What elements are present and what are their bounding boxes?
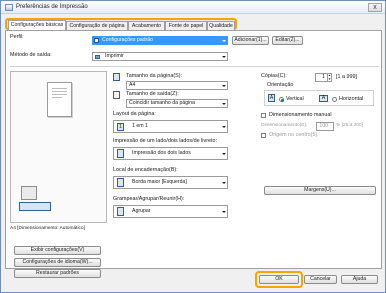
page-layout-value: 1 em 1 bbox=[132, 123, 148, 129]
binding-select[interactable]: Borda maior [Esquerda] bbox=[113, 176, 228, 189]
orientation-group: A Vertical A Horizontal bbox=[264, 90, 374, 106]
portrait-label: Vertical bbox=[286, 96, 304, 102]
title-bar: Preferências de Impressão x bbox=[1, 1, 385, 14]
profile-icon bbox=[94, 38, 99, 43]
duplex-value: Impressão dos dois lados bbox=[132, 150, 191, 156]
margins-button[interactable]: Margens(U)... bbox=[264, 186, 376, 195]
duplex-label: Impressão de um lado/dois lados/de livre… bbox=[113, 138, 217, 144]
copies-input[interactable]: 1 ▲ ▼ bbox=[315, 73, 332, 82]
print-preferences-window: Preferências de Impressão x Configuraçõe… bbox=[0, 0, 386, 293]
output-method-select[interactable]: Imprimir bbox=[92, 52, 228, 61]
page-layout-select[interactable]: 1 1 em 1 bbox=[113, 120, 228, 133]
output-size-label: Tamanho de saída(Z): bbox=[126, 91, 179, 97]
close-button[interactable]: x bbox=[368, 3, 382, 12]
scale-range: % [25 a 200] bbox=[336, 123, 363, 128]
output-size-icon bbox=[113, 91, 120, 99]
printer-preview-icon bbox=[21, 186, 37, 200]
output-method-value: Imprimir bbox=[105, 53, 124, 59]
help-button[interactable]: Ajuda bbox=[341, 275, 378, 284]
binding-label: Local de encadernação(B): bbox=[113, 167, 178, 173]
orientation-label: Orientação bbox=[267, 82, 294, 88]
chevron-down-icon bbox=[222, 103, 226, 105]
chevron-down-icon bbox=[222, 211, 226, 213]
copies-value: 1 bbox=[322, 74, 325, 80]
manual-scaling-label: Dimensionamento manual bbox=[269, 112, 332, 118]
page-size-value: A4 bbox=[129, 82, 136, 88]
chevron-down-icon bbox=[222, 40, 226, 42]
preview-pane bbox=[10, 71, 107, 223]
output-size-select[interactable]: Coincidir tamanho da página bbox=[126, 99, 228, 108]
print-icon bbox=[95, 55, 100, 59]
chevron-down-icon bbox=[222, 56, 226, 58]
tab-paper-source[interactable]: Fonte de papel bbox=[165, 21, 207, 30]
scale-value: 100 bbox=[319, 123, 328, 129]
tab-panel: Perfil: Configurações padrão Adicionar(1… bbox=[5, 30, 382, 278]
chevron-down-icon bbox=[222, 126, 226, 128]
binding-icon bbox=[117, 178, 124, 187]
manual-scaling-checkbox[interactable] bbox=[261, 113, 266, 118]
restore-defaults-button[interactable]: Restaurar padrões bbox=[14, 269, 101, 278]
portrait-icon: A bbox=[268, 94, 275, 102]
landscape-icon: A bbox=[319, 95, 328, 102]
chevron-down-icon bbox=[222, 182, 226, 184]
preview-caption: A4 [Dimensionamento: Automático] bbox=[10, 226, 85, 231]
tab-page-setup[interactable]: Configuração de página bbox=[66, 21, 128, 30]
tab-strip: Configurações básicas Configuração de pá… bbox=[5, 18, 237, 30]
ok-button[interactable]: OK bbox=[259, 275, 299, 284]
collate-icon bbox=[117, 207, 124, 216]
copies-range: [1 a 999] bbox=[336, 74, 357, 80]
language-settings-button[interactable]: Configurações de idioma(W)... bbox=[14, 258, 101, 267]
profile-label: Perfil: bbox=[10, 34, 24, 40]
edit-profile-button[interactable]: Editar(2)... bbox=[272, 36, 303, 45]
output-size-value: Coincidir tamanho da página bbox=[129, 100, 196, 106]
chevron-down-icon bbox=[222, 85, 226, 87]
tab-basic-settings[interactable]: Configurações básicas bbox=[8, 20, 66, 30]
copies-spinner[interactable]: ▲ ▼ bbox=[327, 74, 331, 81]
window-title: Preferências de Impressão bbox=[16, 4, 88, 10]
printer-icon bbox=[5, 4, 13, 11]
staple-label: Grampear/Agrupar/Reunir(H): bbox=[113, 196, 185, 202]
page-size-label: Tamanho da página(S): bbox=[126, 73, 183, 79]
copies-label: Cópias(C): bbox=[261, 73, 287, 79]
staple-value: Agrupar bbox=[132, 208, 151, 214]
divider bbox=[10, 66, 379, 67]
center-origin-label: Origem no centro(5) bbox=[269, 132, 318, 138]
add-profile-button[interactable]: Adicionar(1)... bbox=[232, 36, 269, 45]
chevron-down-icon bbox=[222, 153, 226, 155]
view-toggle-icon[interactable] bbox=[19, 202, 51, 211]
tab-finishing[interactable]: Acabamento bbox=[128, 21, 165, 30]
staple-select[interactable]: Agrupar bbox=[113, 205, 228, 218]
scale-label: Dimensionamento(E): bbox=[261, 123, 308, 128]
page-size-select[interactable]: A4 bbox=[126, 81, 228, 90]
profile-value: Configurações padrão bbox=[102, 37, 154, 43]
profile-select[interactable]: Configurações padrão bbox=[92, 36, 228, 45]
binding-value: Borda maior [Esquerda] bbox=[132, 179, 187, 185]
page-size-icon bbox=[113, 73, 120, 81]
landscape-radio[interactable] bbox=[332, 97, 337, 102]
landscape-label: Horizontal bbox=[339, 96, 364, 102]
duplex-icon bbox=[117, 149, 124, 158]
page-preview bbox=[47, 82, 72, 117]
portrait-radio[interactable] bbox=[279, 97, 284, 102]
page-layout-icon: 1 bbox=[117, 123, 124, 131]
center-origin-checkbox[interactable] bbox=[261, 133, 266, 138]
output-method-label: Método de saída: bbox=[10, 52, 52, 58]
scale-input[interactable]: 100 bbox=[316, 122, 334, 131]
duplex-select[interactable]: Impressão dos dois lados bbox=[113, 147, 228, 160]
cancel-button[interactable]: Cancelar bbox=[304, 275, 337, 284]
page-layout-label: Layout da página: bbox=[113, 111, 156, 117]
display-settings-button[interactable]: Exibir configurações(V) bbox=[14, 246, 101, 255]
tab-quality[interactable]: Qualidade bbox=[207, 21, 235, 30]
